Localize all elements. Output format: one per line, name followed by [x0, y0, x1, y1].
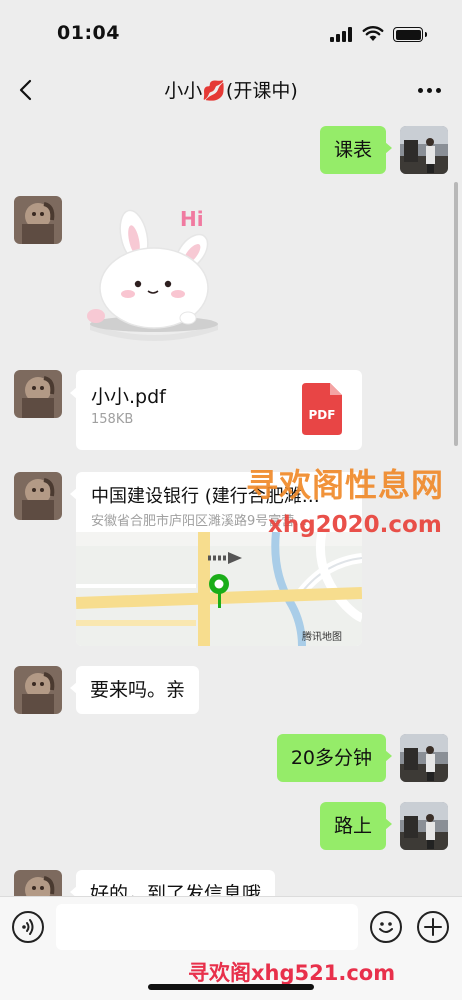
message-input[interactable] [56, 904, 358, 950]
status-bar: 01:04 [0, 0, 462, 68]
map-provider-label: 腾讯地图 [302, 632, 342, 643]
lips-emoji: 💋 [202, 80, 226, 102]
contact-name: 小小 [164, 80, 203, 102]
cellular-signal-icon [330, 27, 354, 42]
message-bubble-sent[interactable]: 路上 [319, 802, 393, 850]
wifi-icon [362, 26, 384, 41]
battery-icon [393, 27, 427, 42]
message-bubble-received[interactable]: 好的，到了发信息哦 [69, 870, 276, 896]
file-name: 小小.pdf [91, 386, 166, 408]
contact-status: (开课中) [225, 80, 298, 102]
home-indicator [148, 984, 314, 990]
contact-avatar[interactable] [14, 472, 62, 520]
chat-header: 小小💋(开课中) [0, 68, 462, 112]
my-avatar[interactable] [400, 802, 448, 850]
contact-avatar[interactable] [14, 870, 62, 896]
pdf-file-icon: PDF [302, 383, 342, 435]
watermark-site-url: xhg2020.com [268, 512, 442, 538]
contact-avatar[interactable] [14, 196, 62, 244]
bunny-sticker[interactable]: Hi [84, 196, 224, 346]
pdf-icon-label: PDF [309, 408, 336, 422]
voice-icon [22, 919, 34, 935]
my-avatar[interactable] [400, 126, 448, 174]
scrollbar[interactable] [454, 182, 458, 446]
chat-title: 小小💋(开课中) [0, 76, 462, 103]
message-bubble-sent[interactable]: 20多分钟 [276, 734, 393, 782]
watermark-site-name: 寻欢阁性息网 [246, 466, 445, 504]
my-avatar[interactable] [400, 734, 448, 782]
sticker-text: Hi [180, 207, 204, 231]
contact-avatar[interactable] [14, 666, 62, 714]
more-options-icon[interactable] [416, 80, 444, 100]
file-size: 158KB [91, 412, 134, 427]
file-message[interactable]: 小小.pdf 158KB PDF [70, 370, 362, 450]
more-functions-button[interactable] [417, 911, 449, 943]
message-bubble-received[interactable]: 要来吗。亲 [69, 666, 200, 714]
watermark-bottom: 寻欢阁xhg521.com [188, 961, 396, 985]
message-bubble-sent[interactable]: 课表 [319, 126, 393, 174]
voice-input-button[interactable] [12, 911, 44, 943]
status-time: 01:04 [57, 22, 120, 44]
emoji-button[interactable] [370, 911, 402, 943]
contact-avatar[interactable] [14, 370, 62, 418]
smiley-icon [379, 922, 393, 933]
plus-icon [424, 918, 442, 936]
